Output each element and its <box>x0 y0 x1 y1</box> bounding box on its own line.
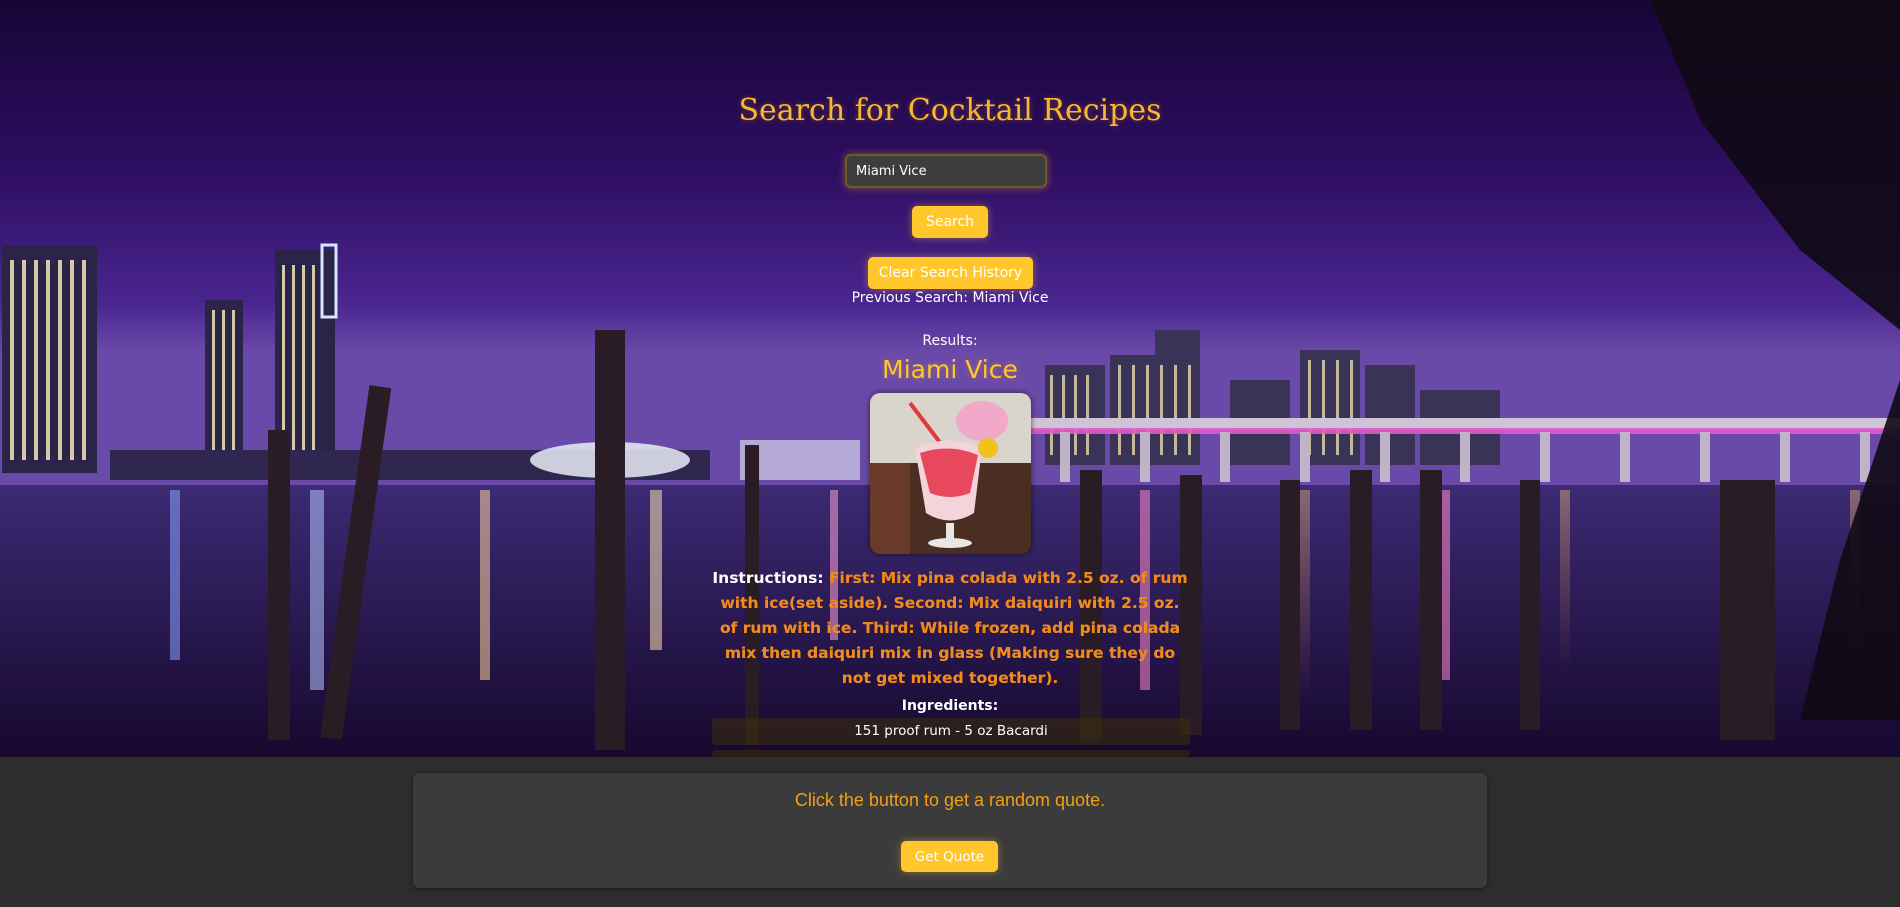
search-button[interactable]: Search <box>912 206 988 238</box>
drink-name: Miami Vice <box>882 355 1018 384</box>
get-quote-button[interactable]: Get Quote <box>901 841 998 872</box>
clear-search-history-button[interactable]: Clear Search History <box>868 257 1033 289</box>
instructions: Instructions: First: Mix pina colada wit… <box>712 566 1188 691</box>
results-label: Results: <box>922 333 978 349</box>
cocktail-photo <box>870 393 1031 554</box>
previous-search-text: Previous Search: Miami Vice <box>851 290 1049 306</box>
quote-footer: Click the button to get a random quote. … <box>0 757 1900 907</box>
instructions-label: Instructions: <box>712 569 824 587</box>
ingredient-item-partial <box>712 750 1190 757</box>
search-input[interactable] <box>845 154 1047 188</box>
main-content: Search for Cocktail Recipes Search Clear… <box>0 0 1900 757</box>
ingredient-item: 151 proof rum - 5 oz Bacardi <box>712 718 1190 745</box>
page-title: Search for Cocktail Recipes <box>738 93 1162 128</box>
ingredients-label: Ingredients: <box>901 698 999 714</box>
quote-card: Click the button to get a random quote. … <box>413 773 1487 888</box>
drink-image <box>870 393 1031 554</box>
quote-text: Click the button to get a random quote. <box>794 790 1106 810</box>
